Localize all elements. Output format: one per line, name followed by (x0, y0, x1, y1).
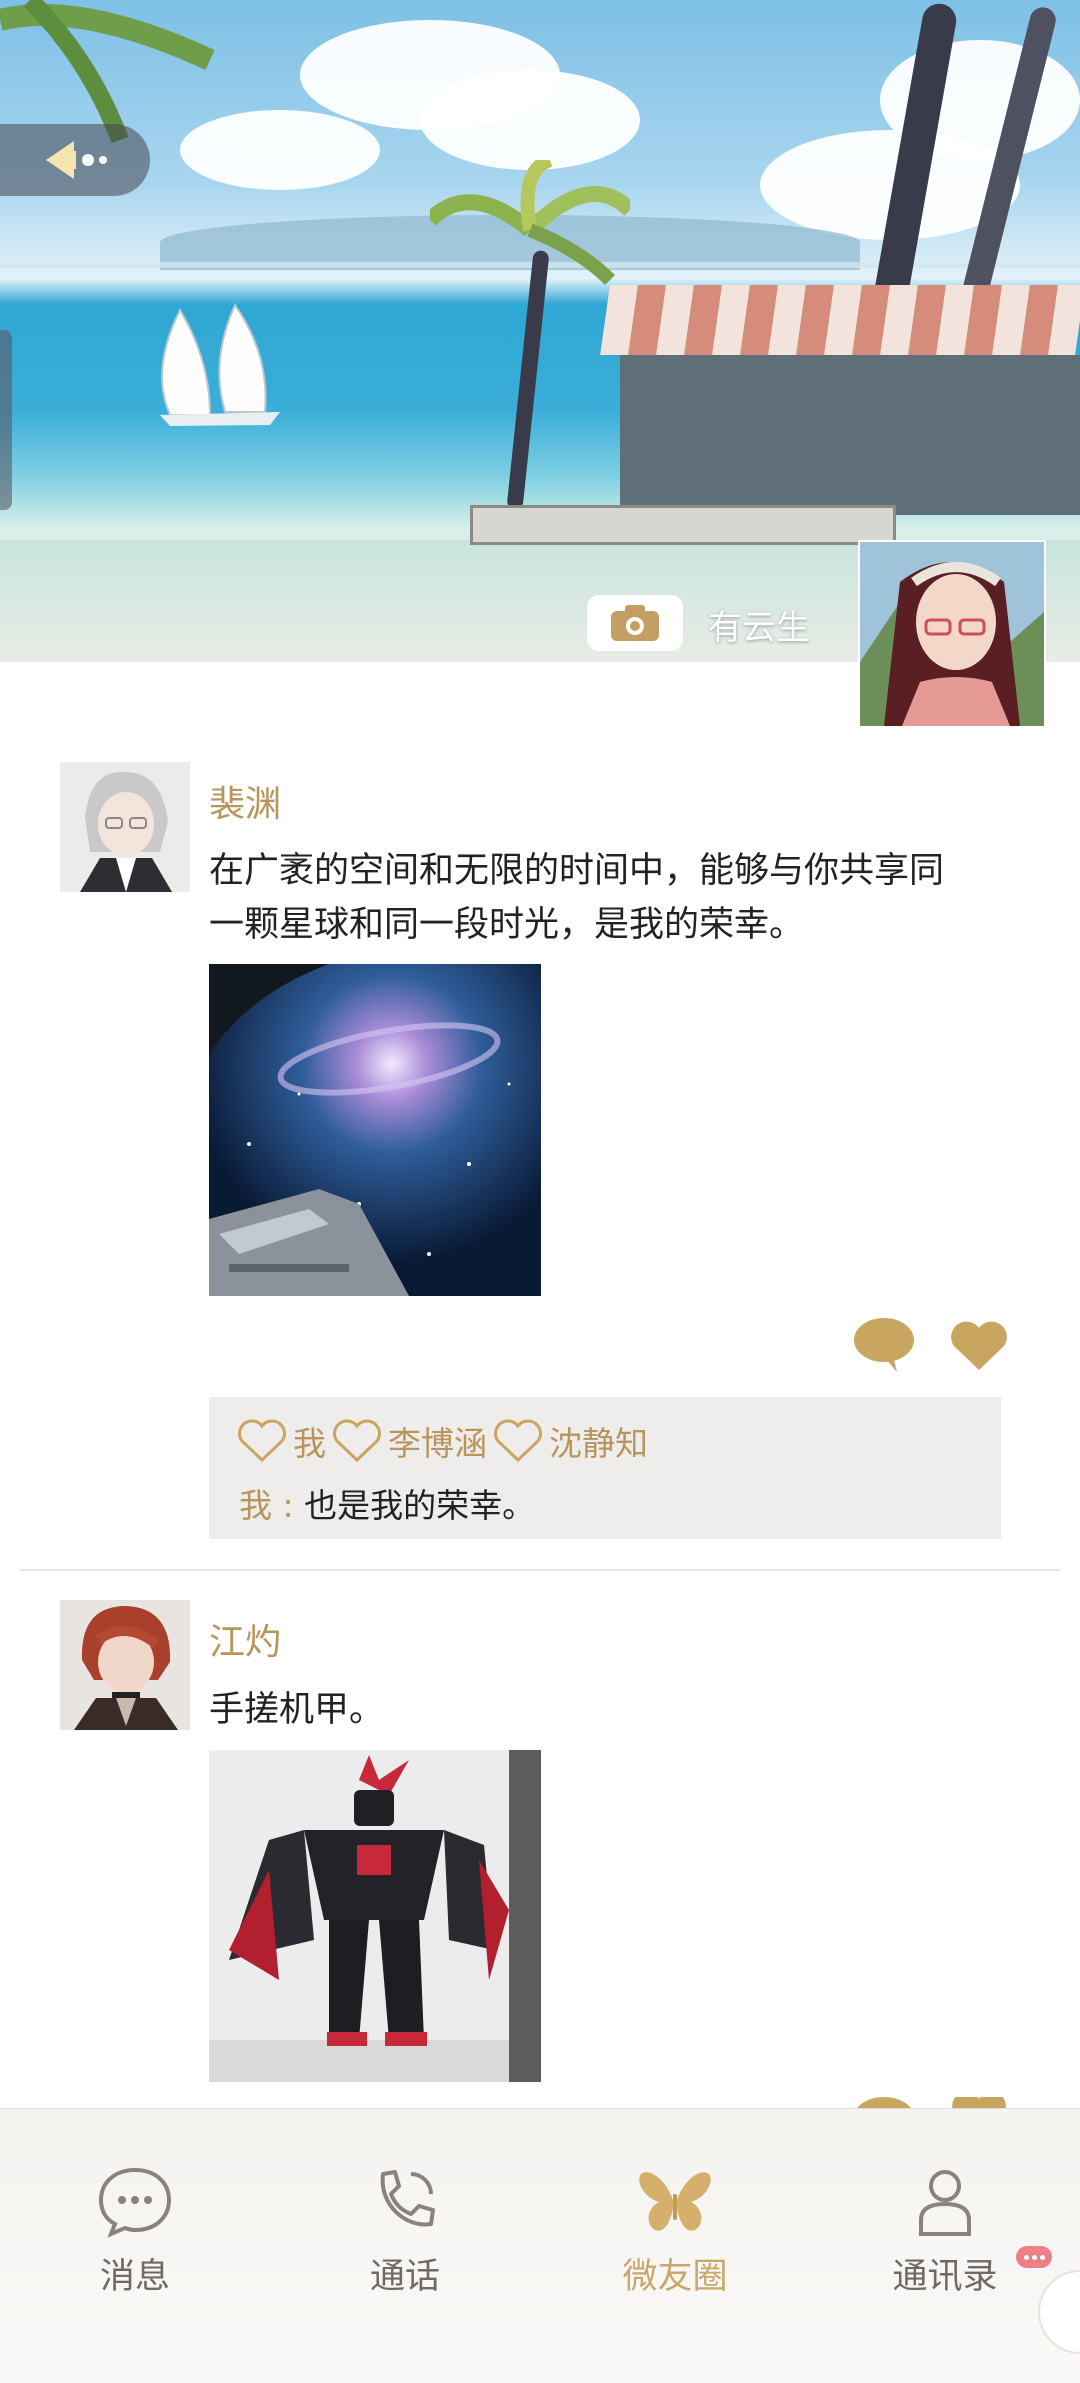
bottom-navigation: 消息 通话 微友圈 通讯录 (0, 2108, 1080, 2383)
hut-roof (600, 285, 1080, 355)
tab-calls[interactable]: 通话 (315, 2164, 495, 2299)
tab-label: 通话 (369, 2257, 440, 2297)
avatar-illustration (60, 762, 190, 892)
galaxy-image (209, 964, 541, 1296)
audio-toggle-button[interactable] (0, 124, 150, 196)
heart-outline-icon (333, 1419, 381, 1463)
comment-icon[interactable] (853, 1316, 915, 1374)
beach-hut (620, 355, 1080, 515)
person-icon (919, 2170, 971, 2236)
cloud (420, 70, 640, 170)
tab-label: 消息 (99, 2257, 170, 2297)
comment-item[interactable]: 我 : 也是我的荣幸。 (239, 1479, 535, 1527)
liker-name[interactable]: 我 (293, 1417, 326, 1465)
wooden-dock (470, 505, 896, 545)
comment-separator: : (272, 1486, 305, 1525)
comment-author[interactable]: 我 (239, 1486, 272, 1525)
likes-comments-panel: 我 李博涵 沈静知 我 : 也是我的荣幸。 (209, 1397, 1001, 1539)
author-avatar[interactable] (60, 762, 190, 892)
owner-avatar[interactable] (858, 540, 1046, 728)
butterfly-icon (639, 2172, 711, 2231)
camera-icon (611, 605, 659, 641)
avatar-illustration (860, 542, 1044, 726)
like-icon[interactable] (948, 1318, 1010, 1372)
post-text: 在广袤的空间和无限的时间中，能够与你共享同 一颗星球和同一段时光，是我的荣幸。 (209, 844, 1009, 952)
liker-name[interactable]: 李博涵 (388, 1417, 487, 1465)
phone-icon (380, 2170, 435, 2227)
side-handle[interactable] (0, 330, 12, 510)
post-text: 手搓机甲。 (209, 1690, 385, 1730)
sailboat (160, 302, 280, 426)
speaker-icon (46, 141, 107, 179)
likes-row: 我 李博涵 沈静知 (237, 1417, 654, 1465)
post-image[interactable] (209, 964, 541, 1296)
mecha-image (209, 1750, 541, 2082)
author-avatar[interactable] (60, 1600, 190, 1730)
tab-moments[interactable]: 微友圈 (585, 2164, 765, 2299)
heart-outline-icon (238, 1419, 286, 1463)
tab-messages[interactable]: 消息 (45, 2164, 225, 2299)
chat-bubble-icon (98, 2167, 172, 2238)
change-cover-button[interactable] (587, 595, 683, 651)
post-text-line: 在广袤的空间和无限的时间中，能够与你共享同 (209, 851, 945, 891)
avatar-illustration (60, 1600, 190, 1730)
palm-leaves (430, 160, 630, 286)
author-name[interactable]: 江灼 (209, 1613, 281, 1665)
owner-name: 有云生 (708, 608, 810, 648)
tab-label: 微友圈 (622, 2257, 728, 2297)
post-text-line: 一颗星球和同一段时光，是我的荣幸。 (209, 905, 805, 945)
comment-text: 也是我的荣幸。 (304, 1486, 536, 1525)
post-divider (20, 1569, 1060, 1571)
liker-name[interactable]: 沈静知 (549, 1417, 648, 1465)
post-image[interactable] (209, 1750, 541, 2082)
heart-outline-icon (494, 1419, 542, 1463)
notification-badge (1016, 2246, 1052, 2268)
tab-label: 通讯录 (892, 2257, 998, 2297)
tab-contacts[interactable]: 通讯录 (855, 2164, 1035, 2299)
author-name[interactable]: 裴渊 (209, 775, 281, 827)
